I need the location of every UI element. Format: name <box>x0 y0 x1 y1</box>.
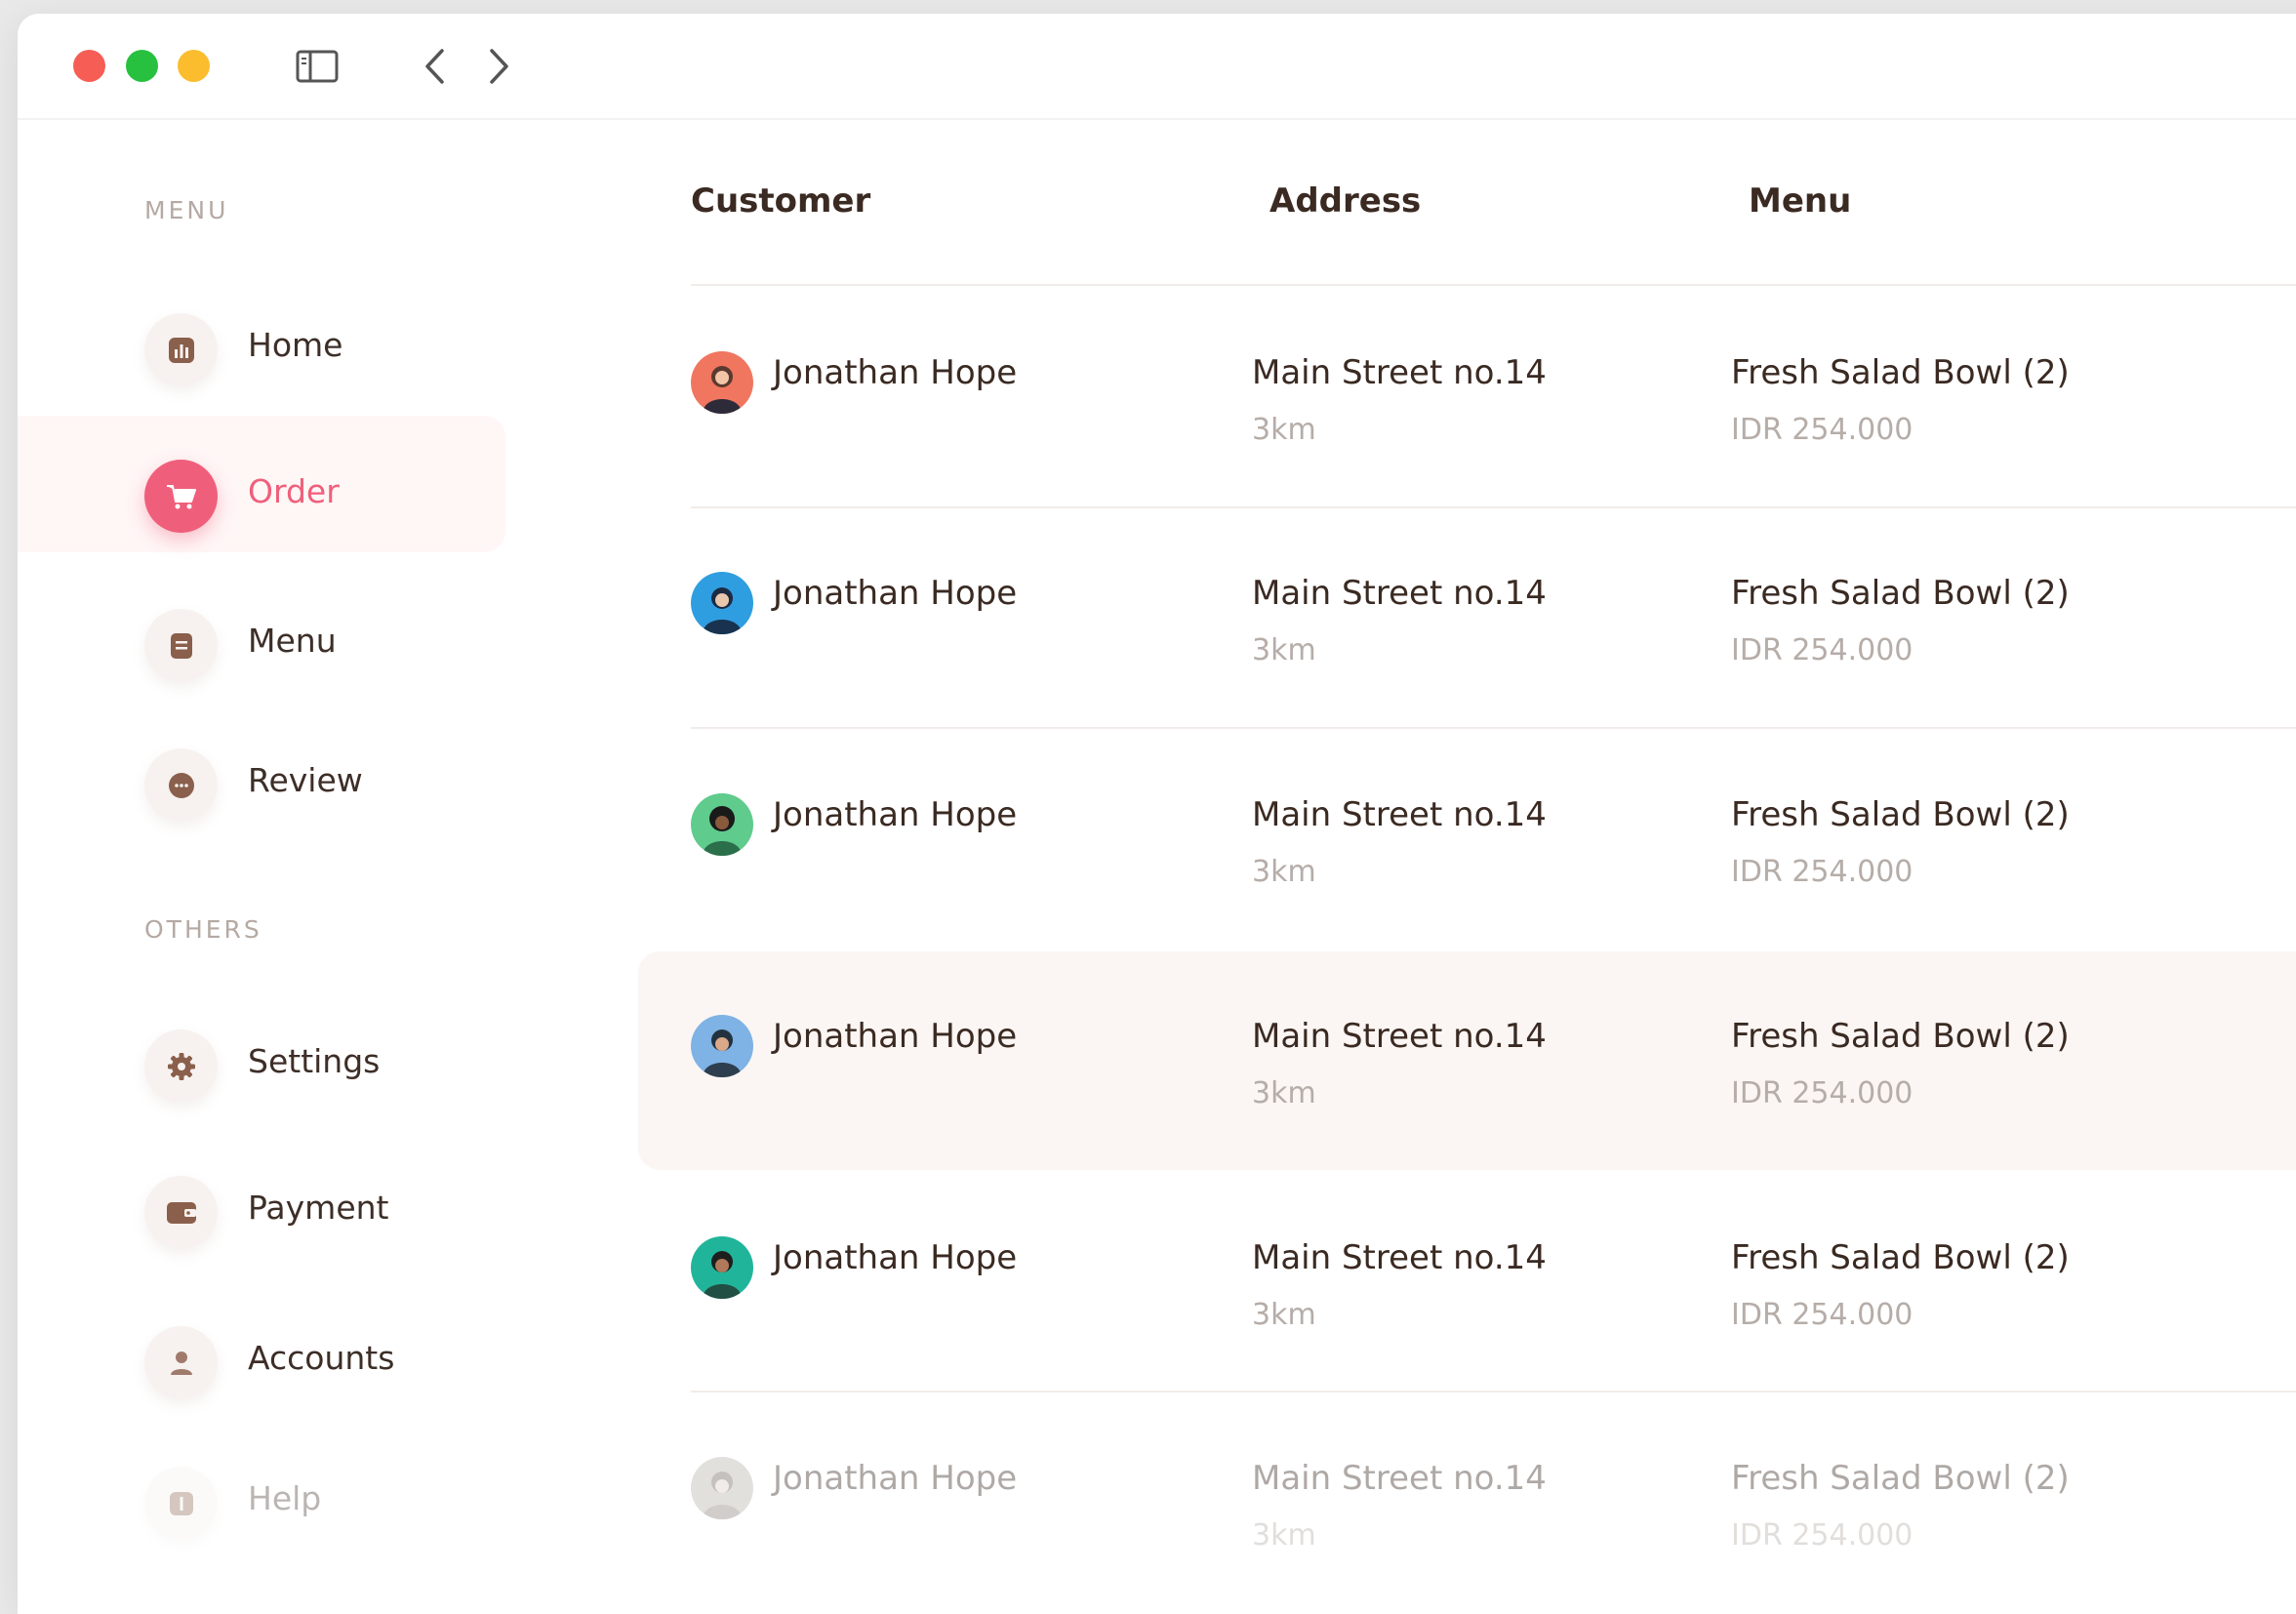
table-row[interactable]: Jonathan Hope Main Street no.14 3km Fres… <box>638 302 2296 520</box>
row-divider <box>691 727 2296 729</box>
chevron-right-icon[interactable] <box>476 43 523 90</box>
customer-name: Jonathan Hope <box>773 795 1018 834</box>
price-text: IDR 254.000 <box>1731 1298 1913 1332</box>
price-text: IDR 254.000 <box>1731 633 1913 667</box>
address-text: Main Street no.14 <box>1252 1238 1547 1277</box>
cart-icon <box>144 460 218 533</box>
sidebar-item-review[interactable]: Review <box>18 705 505 841</box>
sidebar-item-settings[interactable]: Settings <box>18 986 505 1122</box>
sidebar-item-label: Settings <box>248 1042 381 1080</box>
maximize-window-button[interactable] <box>126 50 158 82</box>
distance-text: 3km <box>1252 633 1316 667</box>
minimize-window-button[interactable] <box>178 50 210 82</box>
row-divider <box>691 1391 2296 1392</box>
sidebar-item-label: Payment <box>248 1189 389 1227</box>
sidebar-item-accounts[interactable]: Accounts <box>18 1282 505 1419</box>
table-row-selected[interactable]: Jonathan Hope Main Street no.14 3km Fres… <box>638 951 2296 1170</box>
menu-item-text: Fresh Salad Bowl (2) <box>1731 574 2070 613</box>
close-window-button[interactable] <box>73 50 105 82</box>
price-text: IDR 254.000 <box>1731 1076 1913 1110</box>
chart-icon <box>144 313 218 386</box>
menu-item-text: Fresh Salad Bowl (2) <box>1731 1238 2070 1277</box>
wallet-icon <box>144 1176 218 1249</box>
table-row[interactable]: Jonathan Hope Main Street no.14 3km Fres… <box>638 1187 2296 1405</box>
address-text: Main Street no.14 <box>1252 1017 1547 1056</box>
sidebar-item-menu[interactable]: Menu <box>18 565 505 702</box>
column-header-address[interactable]: Address <box>1269 182 1421 221</box>
distance-text: 3km <box>1252 1518 1316 1553</box>
sidebar-item-help[interactable]: Help <box>18 1423 505 1559</box>
sidebar-toggle-icon[interactable] <box>294 43 341 90</box>
price-text: IDR 254.000 <box>1731 1518 1913 1553</box>
sidebar-item-order[interactable]: Order <box>18 416 505 552</box>
distance-text: 3km <box>1252 855 1316 889</box>
customer-name: Jonathan Hope <box>773 353 1018 392</box>
sidebar-section-menu: MENU <box>144 196 229 224</box>
column-header-menu[interactable]: Menu <box>1749 182 1851 221</box>
user-icon <box>144 1326 218 1399</box>
avatar <box>691 351 753 414</box>
price-text: IDR 254.000 <box>1731 413 1913 447</box>
distance-text: 3km <box>1252 1298 1316 1332</box>
customer-name: Jonathan Hope <box>773 574 1018 613</box>
sidebar-section-others: OTHERS <box>144 915 262 944</box>
avatar <box>691 1015 753 1077</box>
chat-icon <box>144 748 218 822</box>
address-text: Main Street no.14 <box>1252 1459 1547 1498</box>
column-header-customer[interactable]: Customer <box>691 182 870 221</box>
sidebar-item-label: Accounts <box>248 1339 395 1377</box>
app-window: MENU Home Order Menu Review OTHERS Setti… <box>18 14 2296 1614</box>
sidebar-item-payment[interactable]: Payment <box>18 1132 505 1269</box>
header-divider <box>691 284 2296 286</box>
menu-item-text: Fresh Salad Bowl (2) <box>1731 795 2070 834</box>
title-bar <box>18 14 2296 120</box>
menu-item-text: Fresh Salad Bowl (2) <box>1731 1459 2070 1498</box>
avatar <box>691 1236 753 1299</box>
address-text: Main Street no.14 <box>1252 353 1547 392</box>
sidebar-item-label: Menu <box>248 622 337 660</box>
sidebar-item-label: Order <box>248 472 340 510</box>
distance-text: 3km <box>1252 1076 1316 1110</box>
document-icon <box>144 609 218 682</box>
menu-item-text: Fresh Salad Bowl (2) <box>1731 1017 2070 1056</box>
distance-text: 3km <box>1252 413 1316 447</box>
address-text: Main Street no.14 <box>1252 795 1547 834</box>
customer-name: Jonathan Hope <box>773 1238 1018 1277</box>
sidebar-item-home[interactable]: Home <box>18 269 505 406</box>
avatar <box>691 572 753 634</box>
gear-icon <box>144 1029 218 1103</box>
chevron-left-icon[interactable] <box>411 43 458 90</box>
help-icon <box>144 1467 218 1540</box>
avatar <box>691 1457 753 1519</box>
sidebar-item-label: Review <box>248 761 363 799</box>
customer-name: Jonathan Hope <box>773 1017 1018 1056</box>
avatar <box>691 793 753 856</box>
sidebar-item-label: Home <box>248 326 343 364</box>
price-text: IDR 254.000 <box>1731 855 1913 889</box>
table-row[interactable]: Jonathan Hope Main Street no.14 3km Fres… <box>638 1407 2296 1614</box>
address-text: Main Street no.14 <box>1252 574 1547 613</box>
row-divider <box>691 506 2296 508</box>
menu-item-text: Fresh Salad Bowl (2) <box>1731 353 2070 392</box>
table-row[interactable]: Jonathan Hope Main Street no.14 3km Fres… <box>638 522 2296 741</box>
customer-name: Jonathan Hope <box>773 1459 1018 1498</box>
table-row[interactable]: Jonathan Hope Main Street no.14 3km Fres… <box>638 744 2296 962</box>
sidebar-item-label: Help <box>248 1479 322 1517</box>
